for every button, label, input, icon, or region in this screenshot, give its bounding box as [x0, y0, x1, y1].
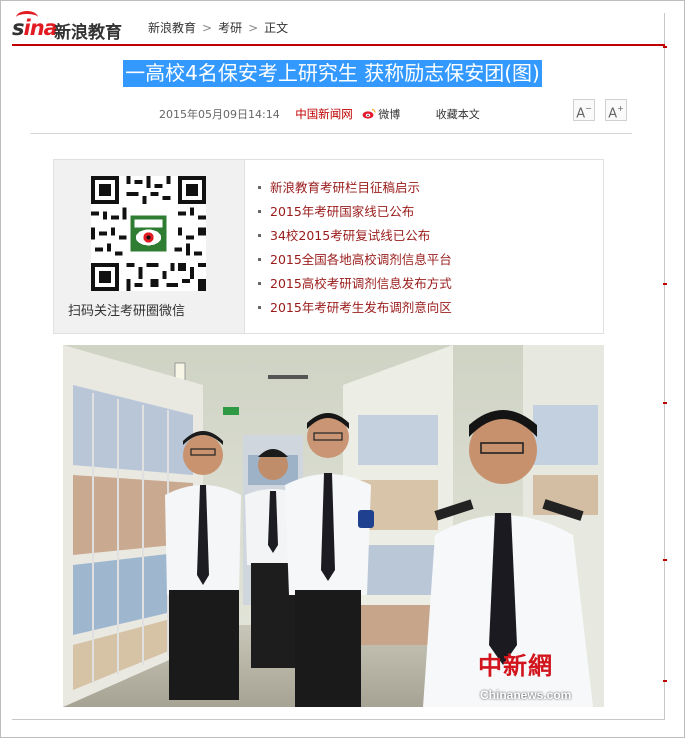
favorite-link[interactable]: 收藏本文: [436, 108, 480, 121]
promo-link[interactable]: 2015全国各地高校调剂信息平台: [258, 250, 452, 274]
breadcrumb-current: 正文: [264, 21, 289, 35]
content-border-right: [664, 13, 665, 720]
meta-divider: [30, 133, 632, 134]
edge-marker: [663, 559, 667, 561]
qr-panel: 扫码关注考研圈微信: [54, 160, 245, 333]
qr-code-icon: [91, 176, 206, 291]
site-name: 新浪教育: [54, 23, 122, 43]
weibo-icon: [362, 108, 376, 119]
photo-watermark-cn: 中新網: [478, 651, 553, 680]
breadcrumb-home[interactable]: 新浪教育: [148, 21, 196, 35]
source-link[interactable]: 中国新闻网: [295, 107, 353, 121]
font-decrease-button[interactable]: A−: [573, 99, 595, 121]
breadcrumb-separator: >: [248, 21, 259, 35]
plus-icon: +: [617, 104, 624, 113]
weibo-link[interactable]: 微博: [362, 108, 404, 121]
header-divider: [12, 44, 665, 46]
qr-caption: 扫码关注考研圈微信: [68, 304, 186, 319]
publish-datetime: 2015年05月09日14:14: [159, 108, 280, 121]
promo-link[interactable]: 2015年考研考生发布调剂意向区: [258, 298, 452, 322]
promo-link[interactable]: 34校2015考研复试线已公布: [258, 226, 452, 250]
edge-marker: [663, 402, 667, 404]
promo-link[interactable]: 新浪教育考研栏目征稿启示: [258, 178, 452, 202]
promo-link[interactable]: 2015年考研国家线已公布: [258, 202, 452, 226]
sina-education-logo[interactable]: sina 新浪教育: [12, 11, 132, 43]
edge-marker: [663, 680, 667, 682]
promo-link-list: 新浪教育考研栏目征稿启示 2015年考研国家线已公布 34校2015考研复试线已…: [258, 178, 452, 322]
promo-box: 扫码关注考研圈微信 新浪教育考研栏目征稿启示 2015年考研国家线已公布 34校…: [53, 159, 604, 334]
edge-marker: [663, 46, 667, 48]
font-increase-button[interactable]: A+: [605, 99, 627, 121]
minus-icon: −: [585, 104, 592, 113]
weibo-label: 微博: [378, 108, 401, 121]
content-border-bottom: [12, 719, 665, 720]
breadcrumb-separator: >: [202, 21, 213, 35]
top-nav: sina 新浪教育 新浪教育 > 考研 > 正文: [12, 10, 664, 44]
photo-watermark-en: Chinanews.com: [480, 688, 572, 702]
article-title-wrap: 一高校4名保安考上研究生 获称励志保安团(图): [0, 60, 665, 87]
edge-marker: [663, 283, 667, 285]
article-title: 一高校4名保安考上研究生 获称励志保安团(图): [123, 60, 542, 87]
promo-link[interactable]: 2015高校考研调剂信息发布方式: [258, 274, 452, 298]
article-meta: 2015年05月09日14:14 中国新闻网 微博 收藏本文: [159, 106, 480, 122]
breadcrumb-kaoyan[interactable]: 考研: [218, 21, 242, 35]
breadcrumb: 新浪教育 > 考研 > 正文: [148, 19, 292, 36]
